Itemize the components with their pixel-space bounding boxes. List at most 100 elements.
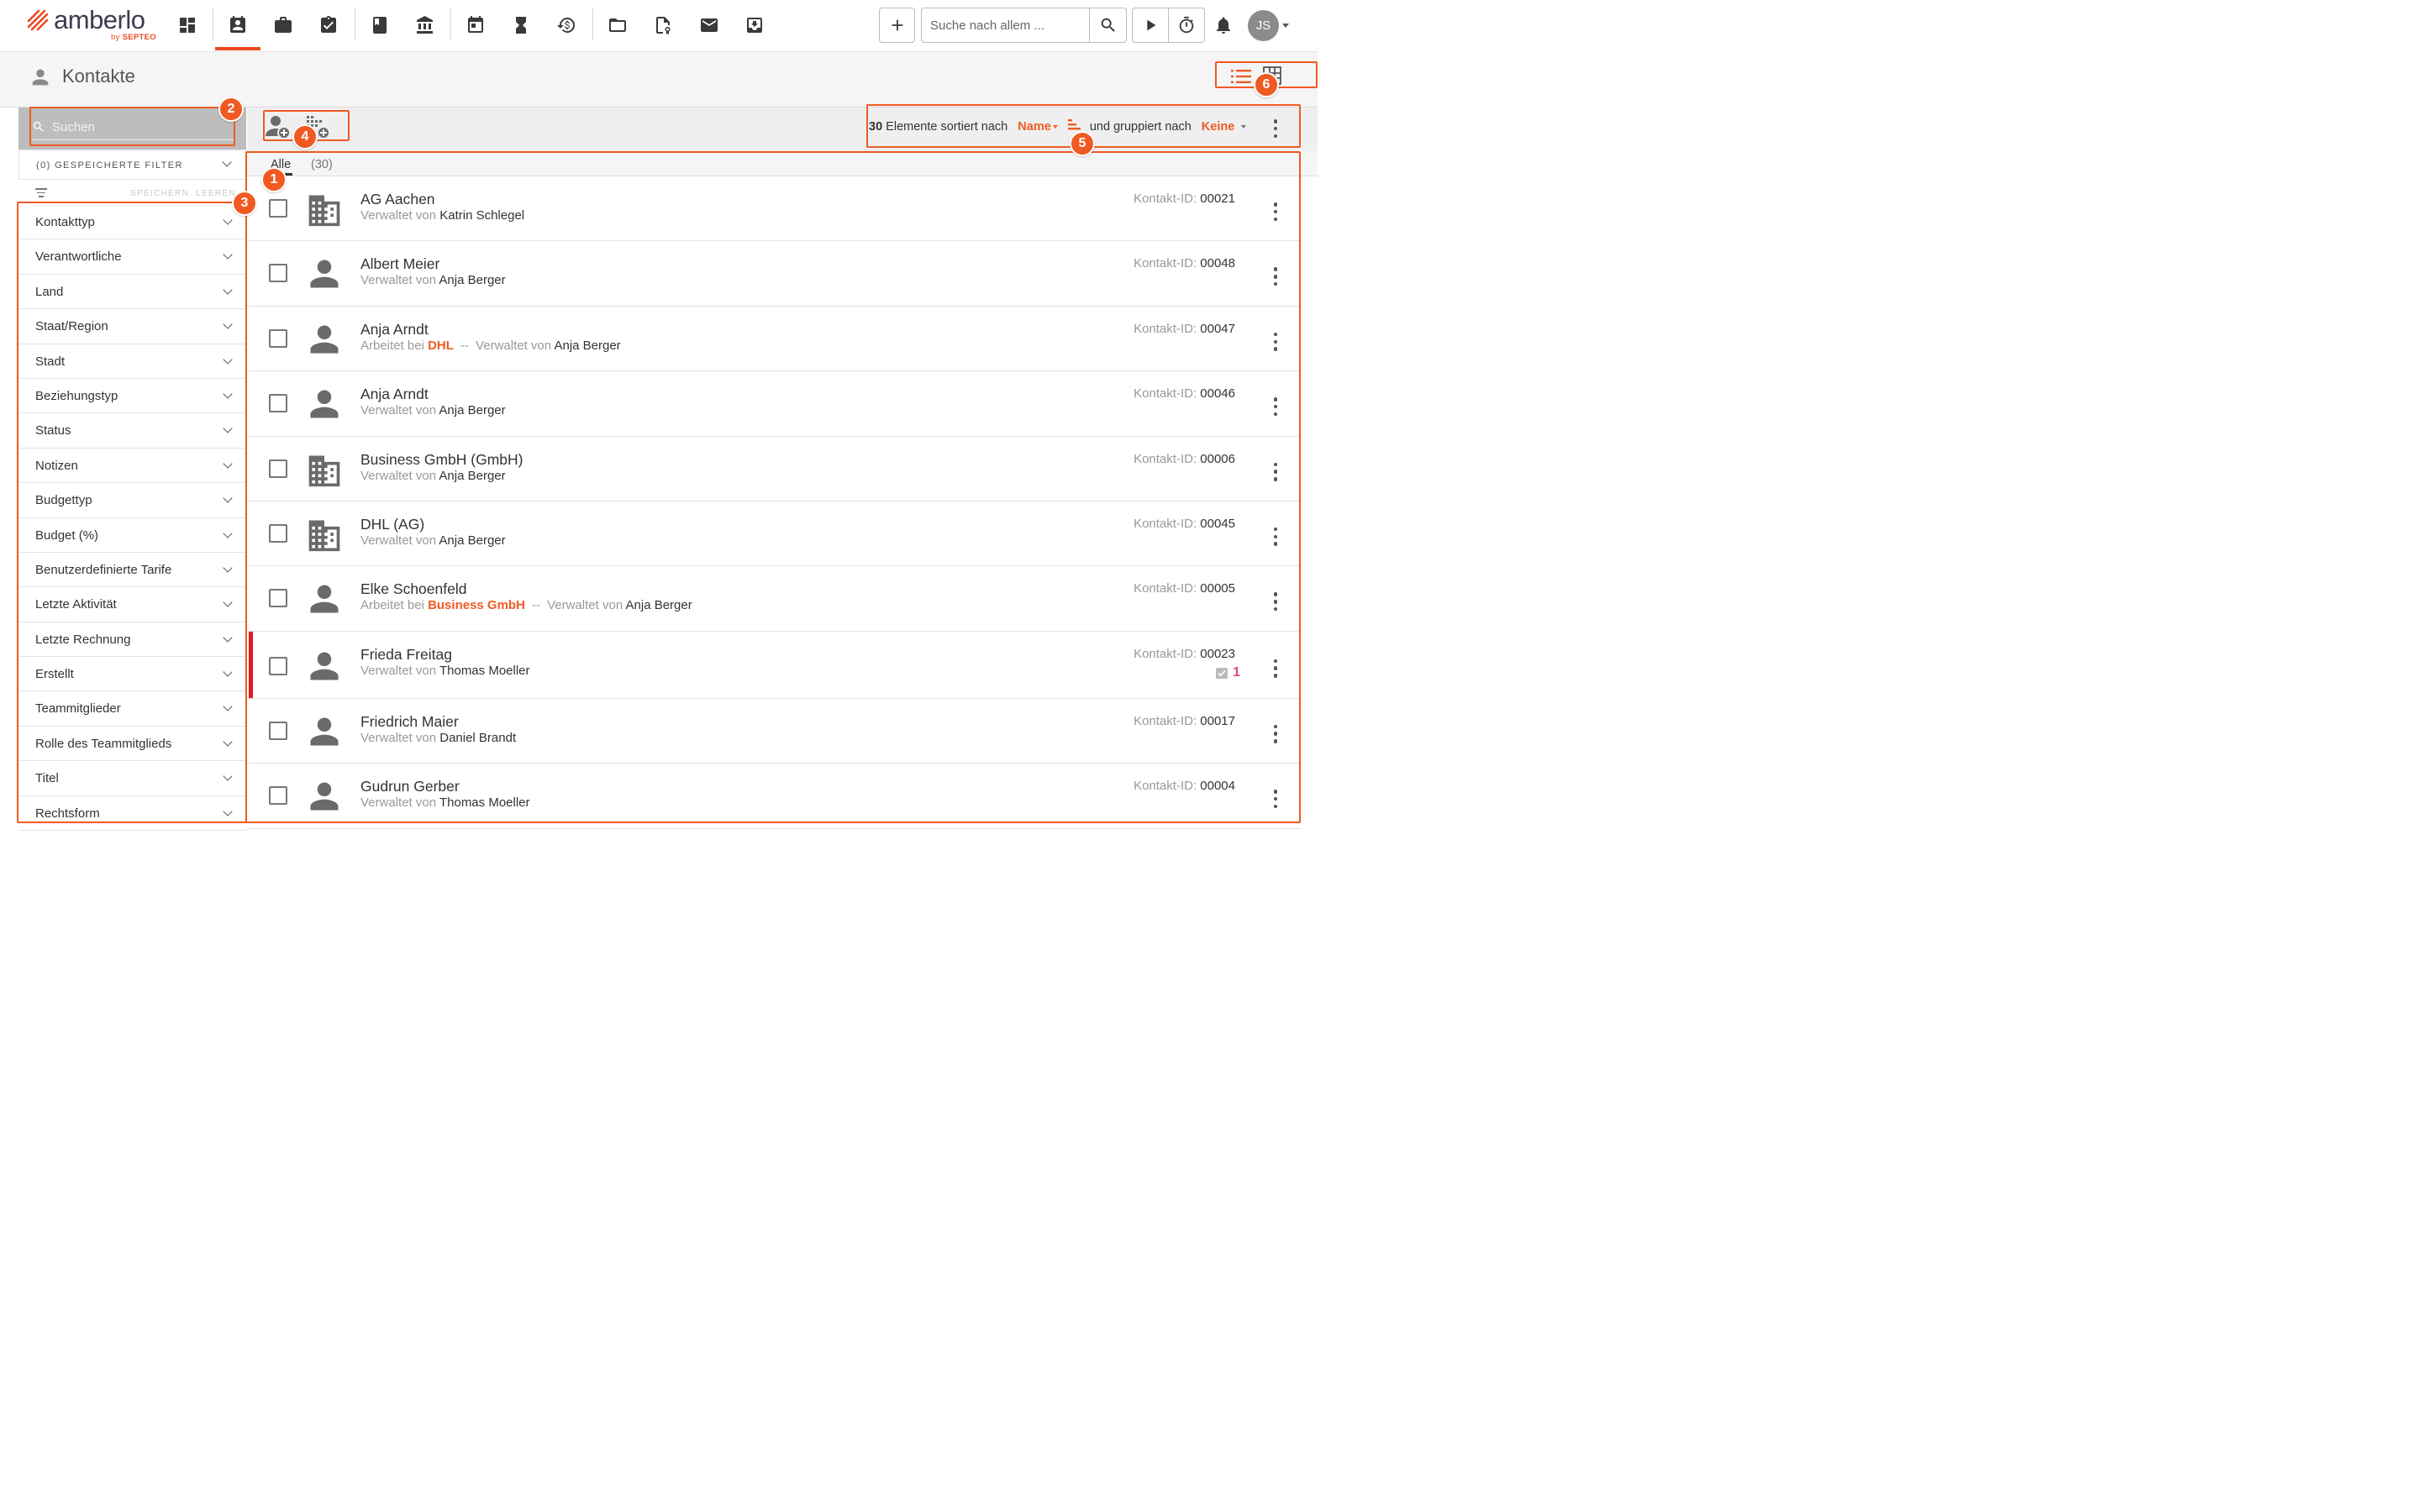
row-checkbox[interactable] <box>269 394 287 413</box>
chevron-down-icon <box>223 249 233 260</box>
contact-name[interactable]: Gudrun Gerber <box>360 778 460 795</box>
filter-label: Rechtsform <box>35 806 100 821</box>
stopwatch-button[interactable] <box>1169 8 1205 42</box>
filter-team-members[interactable]: Teammitglieder <box>18 691 246 727</box>
billing-history-icon[interactable] <box>551 10 581 40</box>
briefcase-icon[interactable] <box>268 10 298 40</box>
contact-name[interactable]: Friedrich Maier <box>360 713 459 731</box>
row-menu-icon[interactable] <box>1273 397 1278 417</box>
sort-direction-icon[interactable] <box>1067 119 1081 131</box>
row-menu-icon[interactable] <box>1273 790 1278 809</box>
contacts-icon[interactable] <box>223 10 253 40</box>
document-certificate-icon[interactable] <box>648 10 678 40</box>
contact-name[interactable]: Elke Schoenfeld <box>360 580 466 598</box>
open-tasks-badge[interactable]: 1 <box>1216 665 1240 680</box>
list-view-icon[interactable] <box>1230 67 1252 86</box>
filter-beziehungstyp[interactable]: Beziehungstyp <box>18 378 246 414</box>
dashboard-icon[interactable] <box>172 10 203 40</box>
row-menu-icon[interactable] <box>1273 592 1278 612</box>
row-checkbox[interactable] <box>269 589 287 608</box>
group-field-select[interactable]: Keine <box>1202 120 1235 134</box>
filter-created[interactable]: Erstellt <box>18 657 246 692</box>
filter-staat-region[interactable]: Staat/Region <box>18 309 246 344</box>
row-menu-icon[interactable] <box>1273 527 1278 546</box>
filter-legal-form[interactable]: Rechtsform <box>18 795 246 832</box>
filter-kontakttyp[interactable]: Kontakttyp <box>18 205 246 240</box>
saved-filters-dropdown[interactable]: (0) GESPEICHERTE FILTER <box>18 150 246 180</box>
global-search-button[interactable] <box>1089 8 1126 42</box>
folder-icon[interactable] <box>602 10 633 40</box>
row-checkbox[interactable] <box>269 656 287 675</box>
notifications-bell-icon[interactable] <box>1208 10 1239 40</box>
filter-notizen[interactable]: Notizen <box>18 448 246 484</box>
row-checkbox[interactable] <box>269 264 287 283</box>
row-menu-icon[interactable] <box>1273 267 1278 286</box>
filter-team-member-role[interactable]: Rolle des Teammitglieds <box>18 726 246 762</box>
filter-last-invoice[interactable]: Letzte Rechnung <box>18 622 246 658</box>
user-avatar[interactable]: JS <box>1248 10 1279 41</box>
contact-name[interactable]: AG Aachen <box>360 191 435 208</box>
row-menu-icon[interactable] <box>1273 202 1278 221</box>
list-item[interactable]: Albert Meier Verwaltet von Anja Berger K… <box>247 241 1301 307</box>
contact-name[interactable]: Business GmbH (GmbH) <box>360 451 523 469</box>
add-person-icon[interactable] <box>264 113 292 141</box>
filter-budget[interactable]: Budget (%) <box>18 517 246 553</box>
tasks-icon[interactable] <box>313 10 344 40</box>
book-icon[interactable] <box>365 10 395 40</box>
contact-name[interactable]: DHL (AG) <box>360 516 424 533</box>
sort-field-select[interactable]: Name <box>1018 120 1051 134</box>
more-options-icon[interactable] <box>1273 119 1278 138</box>
global-search-input[interactable] <box>930 8 1090 42</box>
row-checkbox[interactable] <box>269 786 287 806</box>
list-item[interactable]: AG Aachen Verwaltet von Katrin Schlegel … <box>247 176 1301 242</box>
row-checkbox[interactable] <box>269 721 287 740</box>
row-checkbox[interactable] <box>269 523 287 543</box>
filter-label: Beziehungstyp <box>35 388 118 403</box>
mail-icon[interactable] <box>694 10 724 40</box>
amberlo-logo[interactable]: amberlo by SEPTEO <box>27 5 161 44</box>
list-item[interactable]: Anja Arndt Verwaltet von Anja Berger Kon… <box>247 371 1301 437</box>
contact-name[interactable]: Anja Arndt <box>360 321 429 339</box>
contact-name[interactable]: Frieda Freitag <box>360 646 452 664</box>
sidebar-search-input[interactable] <box>52 116 229 138</box>
list-item[interactable]: Friedrich Maier Verwaltet von Daniel Bra… <box>247 698 1301 764</box>
chevron-down-icon <box>223 319 233 329</box>
filter-land[interactable]: Land <box>18 274 246 310</box>
save-filter-button[interactable]: SPEICHERN <box>130 189 189 198</box>
row-checkbox[interactable] <box>269 328 287 348</box>
clear-filter-button[interactable]: LEEREN <box>196 189 236 198</box>
list-item[interactable]: Gudrun Gerber Verwaltet von Thomas Moell… <box>247 764 1301 829</box>
row-menu-icon[interactable] <box>1273 332 1278 351</box>
filter-stadt[interactable]: Stadt <box>18 344 246 379</box>
list-item-flagged[interactable]: Frieda Freitag Verwaltet von Thomas Moel… <box>247 631 1301 699</box>
list-item[interactable]: Anja Arndt Arbeitet bei DHL -- Verwaltet … <box>247 306 1301 372</box>
filter-status[interactable]: Status <box>18 413 246 449</box>
row-menu-icon[interactable] <box>1273 462 1278 481</box>
filter-budgettyp[interactable]: Budgettyp <box>18 483 246 518</box>
list-item[interactable]: Elke Schoenfeld Arbeitet bei Business Gm… <box>247 566 1301 632</box>
filter-title[interactable]: Titel <box>18 761 246 796</box>
row-checkbox[interactable] <box>269 459 287 478</box>
row-checkbox[interactable] <box>269 199 287 218</box>
add-new-button[interactable] <box>879 8 915 43</box>
contact-id: Kontakt-ID: 00047 <box>1134 322 1235 336</box>
hourglass-icon[interactable] <box>506 10 536 40</box>
task-check-icon <box>1216 667 1228 679</box>
chevron-down-icon <box>222 157 232 167</box>
bank-icon[interactable] <box>410 10 440 40</box>
inbox-download-icon[interactable] <box>739 10 770 40</box>
filter-verantwortliche[interactable]: Verantwortliche <box>18 239 246 275</box>
employer-link[interactable]: DHL <box>428 339 454 353</box>
row-menu-icon[interactable] <box>1273 659 1278 678</box>
contact-name[interactable]: Anja Arndt <box>360 386 429 403</box>
row-menu-icon[interactable] <box>1273 724 1278 743</box>
calendar-icon[interactable] <box>460 10 491 40</box>
filter-custom-rates[interactable]: Benutzerdefinierte Tarife <box>18 552 246 588</box>
start-timer-button[interactable] <box>1133 8 1169 42</box>
contact-name[interactable]: Albert Meier <box>360 255 439 273</box>
list-item[interactable]: Business GmbH (GmbH) Verwaltet von Anja … <box>247 436 1301 501</box>
filter-last-activity[interactable]: Letzte Aktivität <box>18 587 246 622</box>
list-item[interactable]: DHL (AG) Verwaltet von Anja Berger Konta… <box>247 501 1301 567</box>
user-menu-caret-icon[interactable] <box>1282 24 1289 28</box>
employer-link[interactable]: Business GmbH <box>428 598 525 612</box>
